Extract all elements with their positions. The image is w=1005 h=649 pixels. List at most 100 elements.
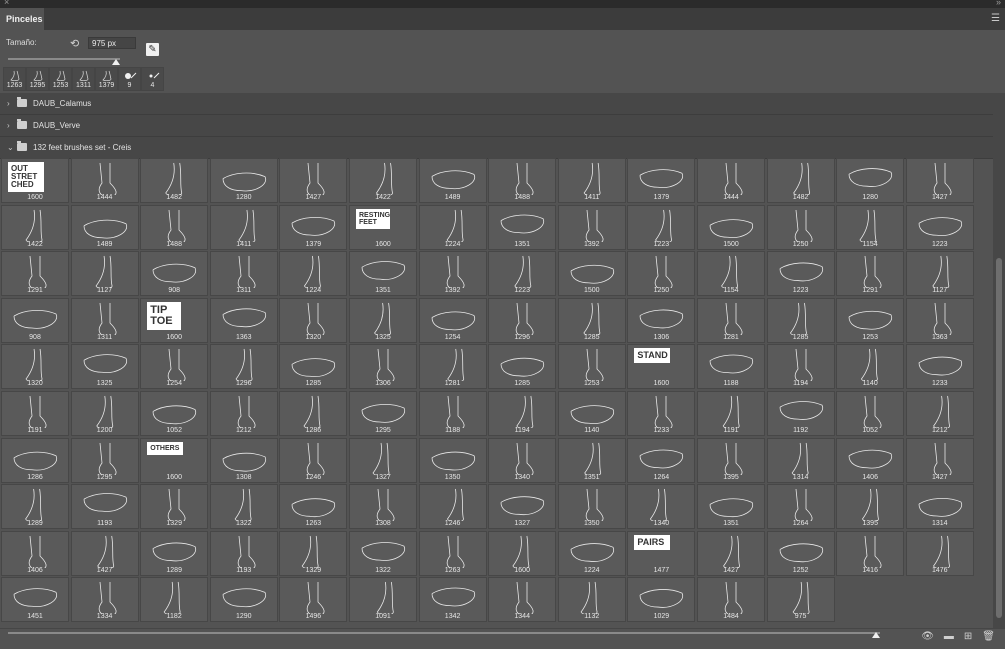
brush-tile[interactable]: 1308 — [349, 484, 417, 530]
brush-tile[interactable]: 908 — [1, 297, 69, 343]
brush-tile[interactable]: 1342 — [418, 577, 487, 623]
brush-tile[interactable]: 1224 — [418, 204, 487, 250]
brush-tile[interactable]: 1224 — [279, 251, 348, 297]
scrollbar-thumb[interactable] — [996, 258, 1002, 618]
brush-tile[interactable]: 1285 — [279, 344, 348, 390]
chevron-right-icon[interactable]: › — [7, 115, 10, 136]
brush-tile[interactable]: 1496 — [279, 577, 348, 623]
size-input[interactable]: 975 px — [88, 37, 136, 49]
brush-tile[interactable]: 1488 — [488, 158, 557, 203]
brush-tile[interactable]: 1350 — [557, 484, 626, 530]
brush-tile[interactable]: 1311 — [209, 251, 278, 297]
brush-tile[interactable]: 1325 — [349, 297, 417, 343]
brush-tile[interactable]: 1281 — [418, 344, 487, 390]
brush-tile[interactable]: 1444 — [697, 158, 765, 203]
brush-tile[interactable]: 1191 — [1, 391, 69, 436]
chevron-right-icon[interactable]: › — [7, 93, 10, 114]
brush-tile[interactable]: 1363 — [209, 297, 278, 343]
brush-tile[interactable]: 1379 — [627, 158, 696, 203]
recent-brush[interactable]: 1263 — [3, 67, 26, 91]
brush-tile[interactable]: 1212 — [209, 391, 278, 436]
recent-brush[interactable]: 1253 — [49, 67, 72, 91]
brush-tile[interactable]: 1188 — [697, 344, 765, 390]
brush-tile[interactable]: 1140 — [557, 391, 626, 436]
brush-tile[interactable]: 1253 — [557, 344, 626, 390]
brush-tile[interactable]: TIP TOE 1600 — [140, 297, 209, 343]
close-icon[interactable]: × — [4, 0, 9, 7]
recent-brush[interactable]: 1311 — [72, 67, 95, 91]
brush-tile[interactable]: 1200 — [70, 391, 139, 436]
brush-tile[interactable]: 1223 — [627, 204, 696, 250]
brush-tile[interactable]: 1416 — [836, 530, 905, 576]
brush-tile[interactable]: 1194 — [766, 344, 835, 390]
brush-tile[interactable]: 1250 — [766, 204, 835, 250]
brush-tile[interactable]: 1411 — [557, 158, 626, 203]
brush-tile[interactable]: 1306 — [627, 297, 696, 343]
brush-tile[interactable]: 1427 — [279, 158, 348, 203]
brush-tile[interactable]: 1325 — [70, 344, 139, 390]
brush-tile[interactable]: 1246 — [418, 484, 487, 530]
brush-tile[interactable]: 1395 — [836, 484, 905, 530]
brush-tile[interactable]: 1489 — [70, 204, 139, 250]
brush-tile[interactable]: 1290 — [209, 577, 278, 623]
brush-tile[interactable]: 1091 — [349, 577, 417, 623]
brush-tile[interactable]: OUT STRET CHED 1600 — [1, 158, 69, 203]
brush-tile[interactable]: 1291 — [836, 251, 905, 297]
brush-tile[interactable]: 1350 — [418, 437, 487, 483]
recent-brush[interactable]: 1295 — [26, 67, 49, 91]
brush-tile[interactable]: 1263 — [279, 484, 348, 530]
brush-tile[interactable]: 1224 — [557, 530, 626, 576]
brush-tile[interactable]: 1296 — [488, 297, 557, 343]
brush-tile[interactable]: 1322 — [209, 484, 278, 530]
brush-tile[interactable]: 1363 — [905, 297, 974, 343]
brush-tile[interactable]: 1264 — [766, 484, 835, 530]
reset-size-icon[interactable]: ⟲ — [70, 37, 79, 50]
brush-tile[interactable]: PAIRS 1477 — [627, 530, 696, 576]
brush-tile[interactable]: 1314 — [766, 437, 835, 483]
brush-tile[interactable]: 1253 — [836, 297, 905, 343]
brush-tile[interactable]: 1193 — [209, 530, 278, 576]
brush-tile[interactable]: 1289 — [1, 484, 69, 530]
brush-tile[interactable]: 1233 — [905, 344, 974, 390]
brush-tile[interactable]: 1223 — [766, 251, 835, 297]
hamburger-menu-icon[interactable]: ☰ — [991, 13, 1000, 25]
brush-tile[interactable]: 1295 — [349, 391, 417, 436]
brush-tile[interactable]: 1406 — [1, 530, 69, 576]
brush-tile[interactable]: 1254 — [140, 344, 209, 390]
brush-tile[interactable]: 1482 — [140, 158, 209, 203]
brush-settings-edit-icon[interactable]: ✎ — [146, 43, 159, 56]
brush-tile[interactable]: 1246 — [279, 437, 348, 483]
recent-brush[interactable]: 9 — [118, 67, 141, 91]
brush-tile[interactable]: 1322 — [349, 530, 417, 576]
brush-tile[interactable]: 1392 — [418, 251, 487, 297]
preview-size-slider-track[interactable] — [8, 632, 880, 634]
brush-tile[interactable]: 1263 — [418, 530, 487, 576]
brush-tile[interactable]: 1327 — [349, 437, 417, 483]
brush-tile[interactable]: 1154 — [697, 251, 765, 297]
brush-tile[interactable]: 1250 — [627, 251, 696, 297]
recent-brush[interactable]: 4 — [141, 67, 164, 91]
chevron-down-icon[interactable]: ⌄ — [7, 137, 14, 158]
brush-tile[interactable]: 1427 — [70, 530, 139, 576]
brush-tile[interactable]: 1291 — [1, 251, 69, 297]
brush-tile[interactable]: 1334 — [70, 577, 139, 623]
preview-size-slider-knob[interactable] — [871, 632, 880, 638]
toggle-brush-preview-icon[interactable]: 👁 — [921, 631, 934, 642]
brush-tile[interactable]: 1296 — [209, 344, 278, 390]
brush-tile[interactable]: 1127 — [70, 251, 139, 297]
brush-tile[interactable]: 1127 — [905, 251, 974, 297]
brush-tile[interactable]: 1286 — [1, 437, 69, 483]
brush-tile[interactable]: 1351 — [349, 251, 417, 297]
brush-tile[interactable]: 1422 — [1, 204, 69, 250]
brush-tile[interactable]: 1191 — [697, 391, 765, 436]
brush-tile[interactable]: 1351 — [557, 437, 626, 483]
size-slider-knob[interactable] — [111, 59, 120, 65]
brush-tile[interactable]: 1188 — [418, 391, 487, 436]
brush-tile[interactable]: 1427 — [697, 530, 765, 576]
brush-group-row[interactable]: › DAUB_Verve — [0, 115, 993, 137]
brush-tile[interactable]: 1132 — [557, 577, 626, 623]
brush-tile[interactable]: 1289 — [140, 530, 209, 576]
brush-tile[interactable]: 1281 — [697, 297, 765, 343]
brush-tile[interactable]: 1489 — [418, 158, 487, 203]
brush-tile[interactable]: 1427 — [905, 437, 974, 483]
